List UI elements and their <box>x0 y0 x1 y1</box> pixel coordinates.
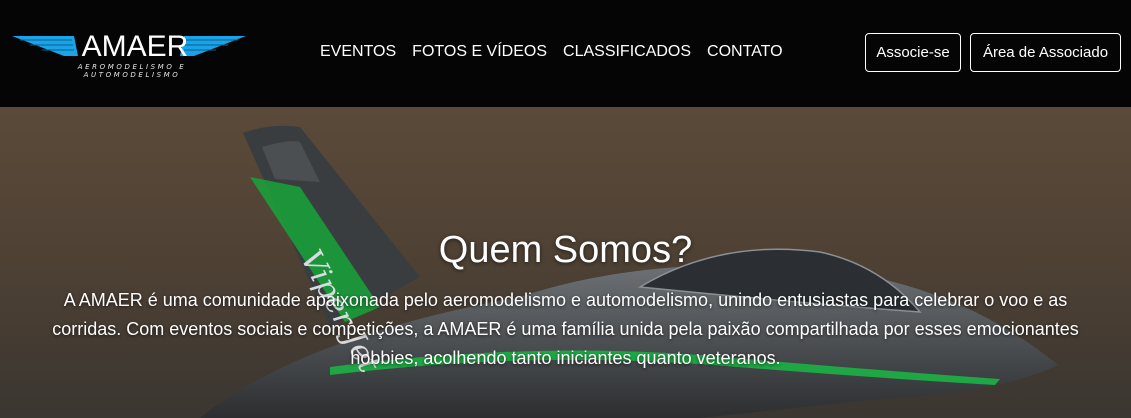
nav-item-fotos-videos[interactable]: FOTOS E VÍDEOS <box>412 43 547 61</box>
join-button[interactable]: Associe-se <box>865 33 961 72</box>
nav-item-classificados[interactable]: CLASSIFICADOS <box>563 43 691 61</box>
member-area-button[interactable]: Área de Associado <box>970 33 1121 72</box>
amaer-logo[interactable]: AMAER AEROMODELISMO E AUTOMODELISMO <box>12 28 246 79</box>
nav-item-eventos[interactable]: EVENTOS <box>320 43 396 61</box>
nav-item-contato[interactable]: CONTATO <box>707 43 783 61</box>
brand-name: AMAER <box>81 30 189 63</box>
main-nav: EVENTOS FOTOS E VÍDEOS CLASSIFICADOS CON… <box>320 43 783 61</box>
about-description: A AMAER é uma comunidade apaixonada pelo… <box>52 290 1079 368</box>
about-title: Quem Somos? <box>438 229 693 271</box>
about-hero: Viper Jet Quem Somos? A AMAER é uma comu… <box>0 107 1131 418</box>
brand-tagline: AEROMODELISMO E AUTOMODELISMO <box>77 63 187 79</box>
top-navbar: AMAER AEROMODELISMO E AUTOMODELISMO EVEN… <box>0 0 1131 107</box>
